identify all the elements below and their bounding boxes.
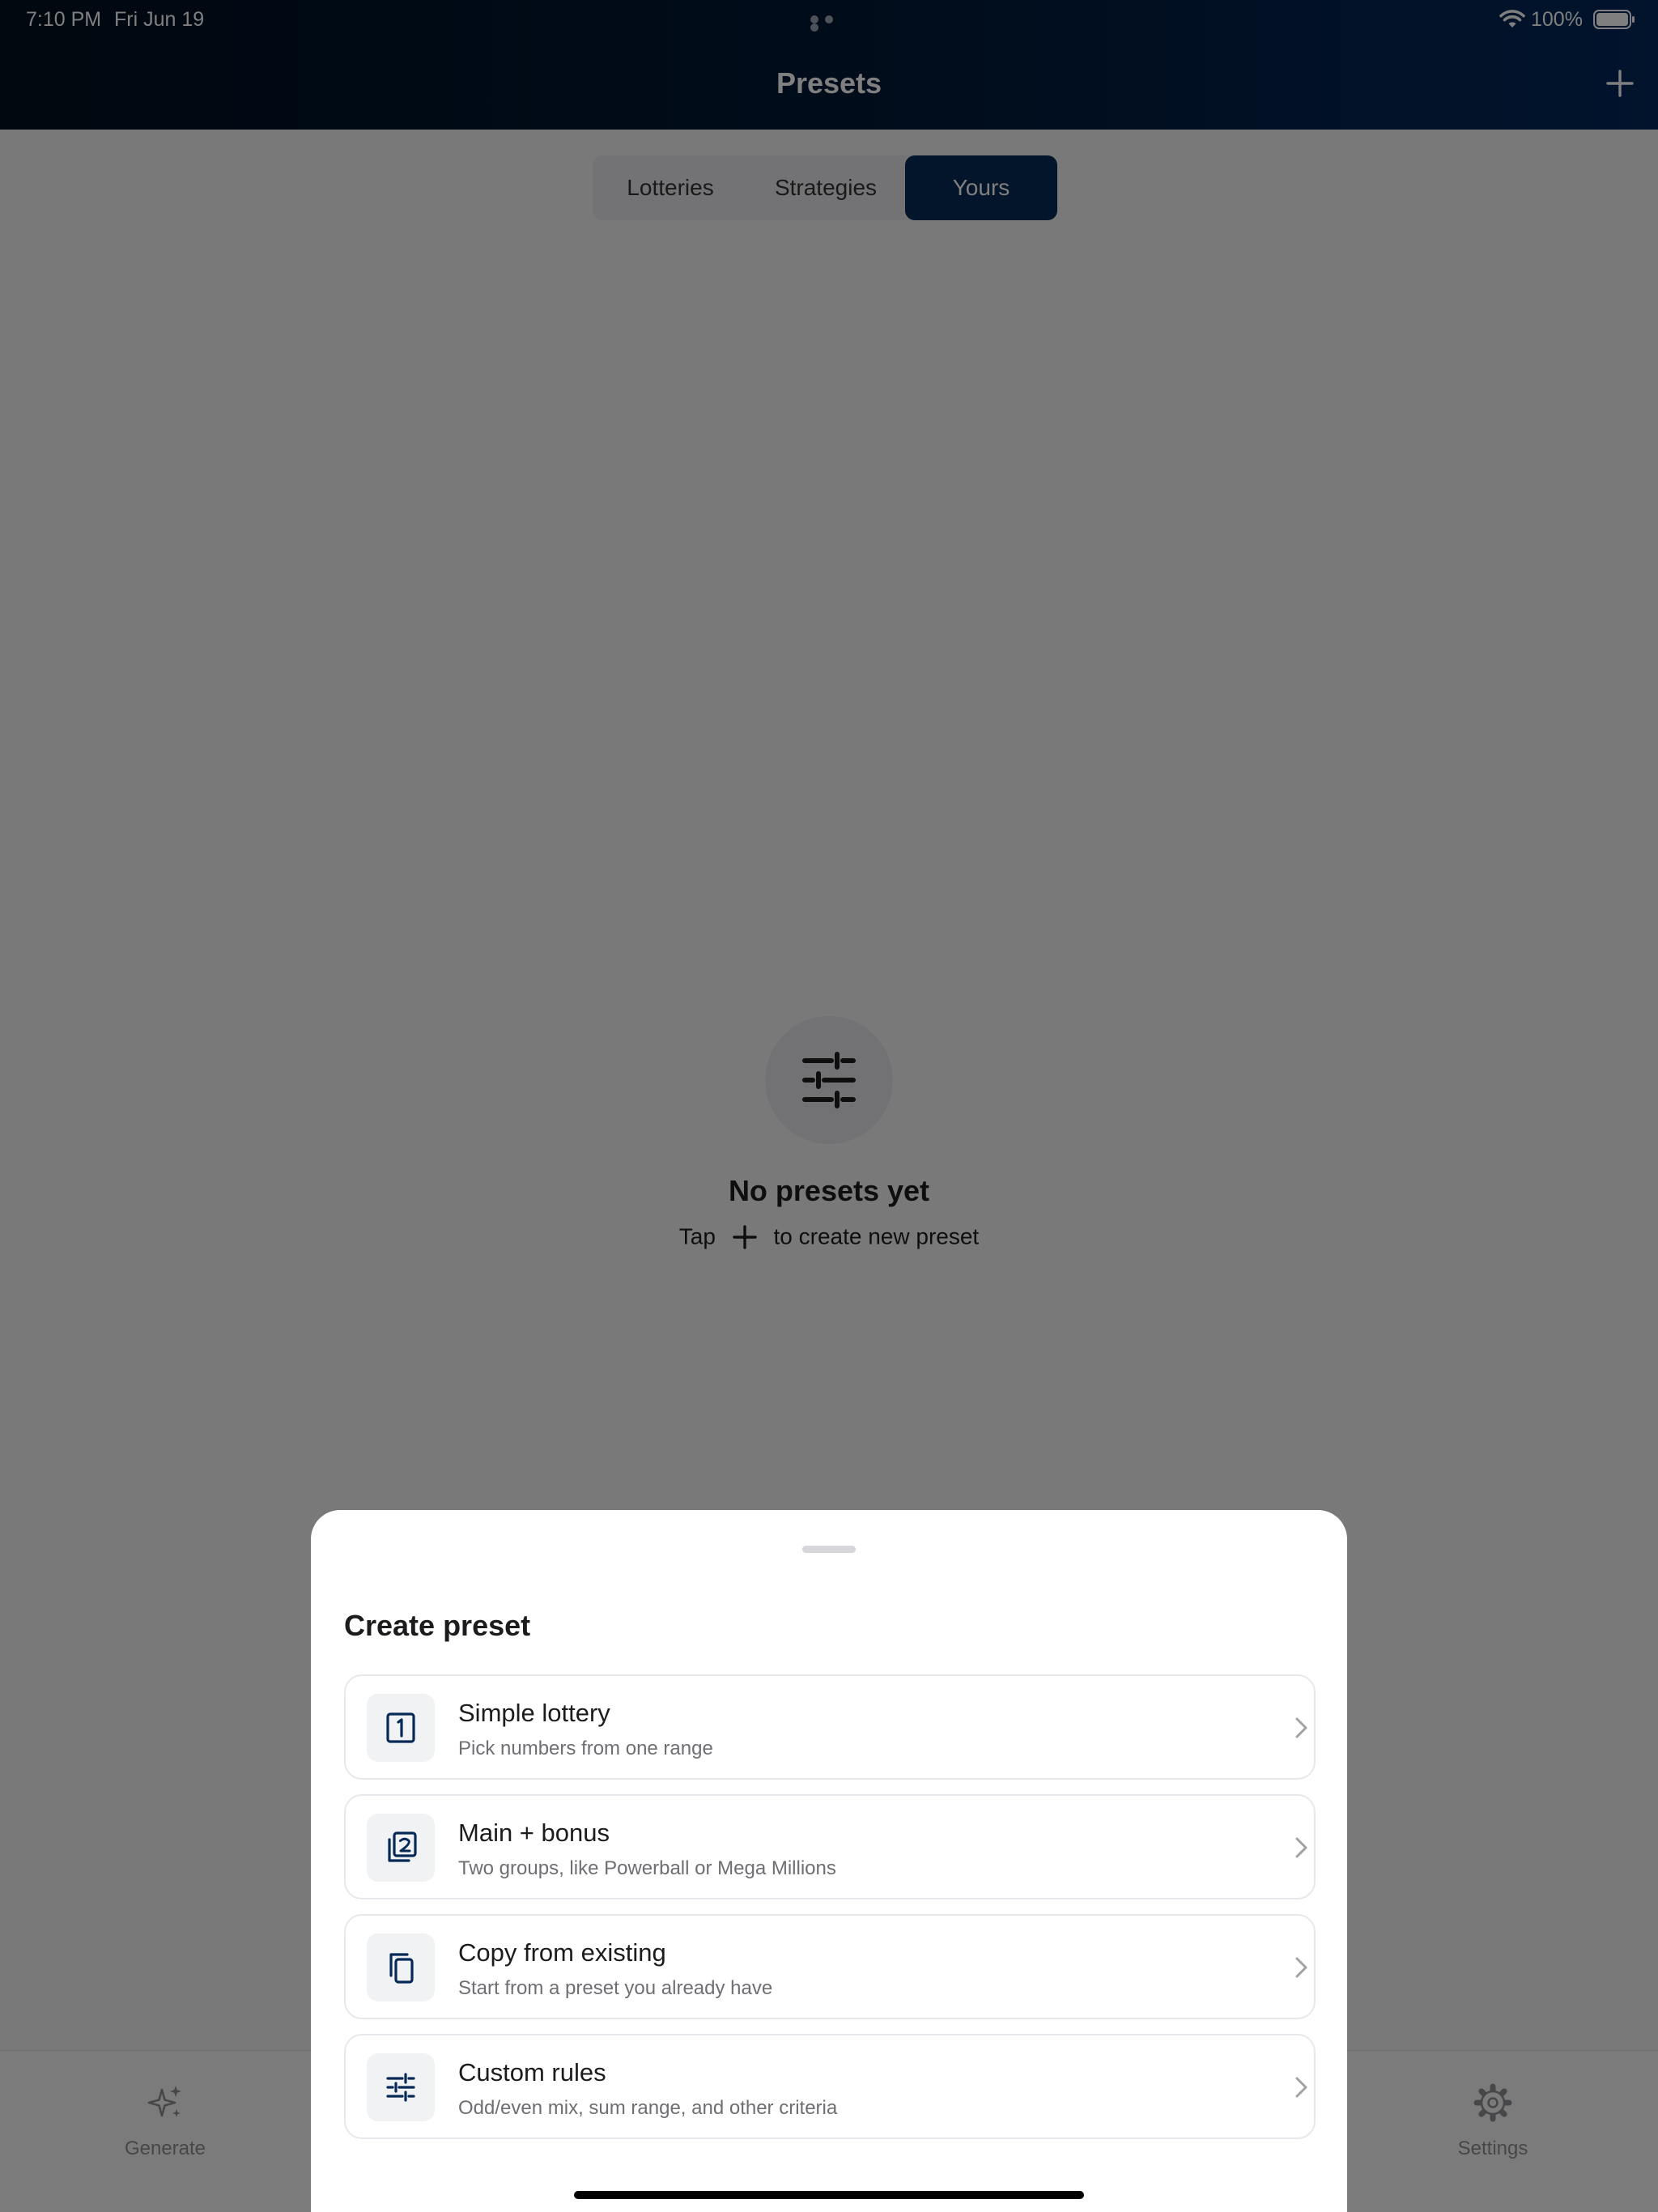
option-subtitle: Two groups, like Powerball or Mega Milli…	[458, 1857, 836, 1879]
option-main-bonus[interactable]: Main + bonus Two groups, like Powerball …	[344, 1794, 1316, 1899]
chevron-right-icon	[1295, 1957, 1307, 1978]
option-copy-existing[interactable]: Copy from existing Start from a preset y…	[344, 1914, 1316, 2019]
chevron-right-icon	[1295, 1717, 1307, 1738]
chevron-right-icon	[1295, 2077, 1307, 2098]
copy-icon	[367, 1933, 435, 2001]
sheet-title: Create preset	[344, 1609, 531, 1642]
option-subtitle: Odd/even mix, sum range, and other crite…	[458, 2097, 838, 2119]
sheet-grabber[interactable]	[802, 1546, 856, 1553]
option-title: Simple lottery	[458, 1699, 610, 1727]
option-subtitle: Start from a preset you already have	[458, 1977, 773, 1999]
digit-one-icon	[367, 1694, 435, 1762]
sliders-icon	[367, 2053, 435, 2121]
option-title: Main + bonus	[458, 1819, 610, 1847]
option-subtitle: Pick numbers from one range	[458, 1738, 713, 1759]
option-title: Custom rules	[458, 2058, 606, 2087]
create-preset-sheet: Create preset Simple lottery Pick number…	[311, 1510, 1347, 2212]
option-custom-rules[interactable]: Custom rules Odd/even mix, sum range, an…	[344, 2034, 1316, 2139]
option-simple-lottery[interactable]: Simple lottery Pick numbers from one ran…	[344, 1674, 1316, 1780]
option-title: Copy from existing	[458, 1938, 666, 1967]
stacked-two-icon	[367, 1814, 435, 1882]
chevron-right-icon	[1295, 1837, 1307, 1858]
home-indicator[interactable]	[574, 2191, 1084, 2199]
